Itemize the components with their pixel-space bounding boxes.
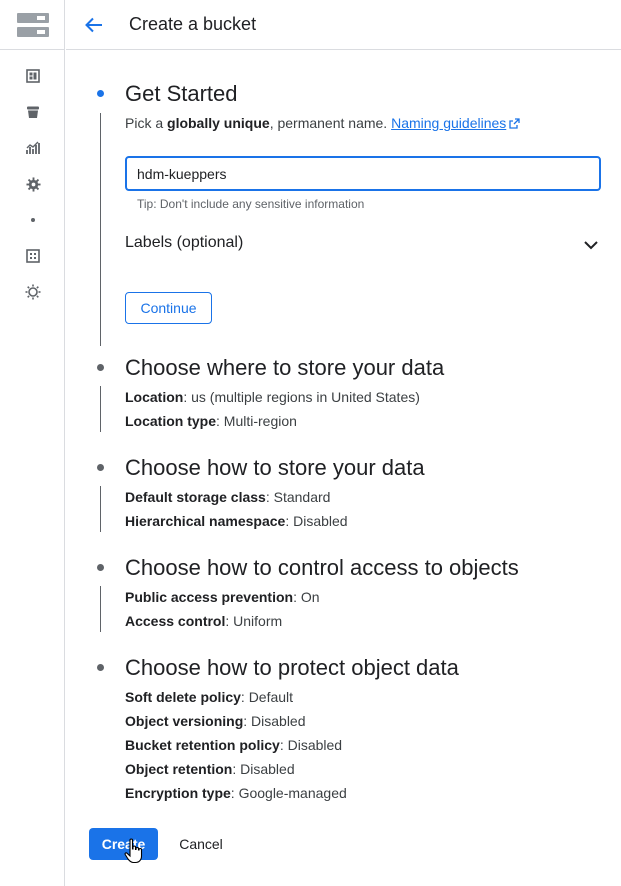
summary-row: Default storage class: Standard xyxy=(125,489,330,505)
row-label: Location type xyxy=(125,413,217,429)
bucket-icon[interactable] xyxy=(20,99,46,125)
step-subtitle: Pick a globally unique, permanent name. … xyxy=(125,115,520,131)
summary-row: Object retention: Disabled xyxy=(125,761,295,777)
top-bar: Create a bucket xyxy=(66,0,621,50)
step-title-storage: Choose how to store your data xyxy=(125,455,425,480)
row-label: Bucket retention policy xyxy=(125,737,280,753)
labels-label: Labels (optional) xyxy=(125,234,244,251)
back-arrow-icon[interactable] xyxy=(82,13,106,37)
row-label: Soft delete policy xyxy=(125,689,241,705)
row-label: Object versioning xyxy=(125,713,244,729)
row-value: : Disabled xyxy=(279,737,343,753)
cancel-button[interactable]: Cancel xyxy=(165,828,237,860)
step-bullet-active xyxy=(97,90,104,97)
step-title-protection: Choose how to protect object data xyxy=(125,655,459,680)
bucket-name-input[interactable] xyxy=(125,156,601,191)
row-label: Encryption type xyxy=(125,785,231,801)
step-title-location: Choose where to store your data xyxy=(125,355,445,380)
row-value: : Standard xyxy=(265,489,331,505)
subtitle-pre: Pick a xyxy=(125,115,168,131)
step-connector xyxy=(100,486,101,532)
summary-row: Location type: Multi-region xyxy=(125,413,297,429)
external-link-icon xyxy=(509,118,520,129)
row-label: Hierarchical namespace xyxy=(125,513,286,529)
step-bullet xyxy=(97,364,104,371)
naming-guidelines-link[interactable]: Naming guidelines xyxy=(391,115,506,131)
row-label: Location xyxy=(125,389,184,405)
summary-row: Bucket retention policy: Disabled xyxy=(125,737,342,753)
step-bullet xyxy=(97,564,104,571)
summary-row: Hierarchical namespace: Disabled xyxy=(125,513,348,529)
row-value: : us (multiple regions in United States) xyxy=(183,389,420,405)
row-value: : Multi-region xyxy=(216,413,297,429)
row-value: : Default xyxy=(240,689,294,705)
continue-button[interactable]: Continue xyxy=(125,292,212,324)
name-tip: Tip: Don't include any sensitive informa… xyxy=(137,197,365,211)
step-bullet xyxy=(97,464,104,471)
nav-rail xyxy=(0,0,65,886)
row-value: : Uniform xyxy=(225,613,283,629)
subtitle-post: , permanent name. xyxy=(269,115,388,131)
row-label: Object retention xyxy=(125,761,233,777)
step-connector xyxy=(100,386,101,432)
summary-row: Object versioning: Disabled xyxy=(125,713,306,729)
summary-row: Public access prevention: On xyxy=(125,589,320,605)
row-value: : Google-managed xyxy=(230,785,347,801)
sun-icon[interactable] xyxy=(20,279,46,305)
chevron-down-icon xyxy=(581,235,601,255)
summary-row: Access control: Uniform xyxy=(125,613,282,629)
step-title-access: Choose how to control access to objects xyxy=(125,555,519,580)
subtitle-bold: globally unique xyxy=(167,115,270,131)
summary-row: Location: us (multiple regions in United… xyxy=(125,389,420,405)
row-label: Access control xyxy=(125,613,226,629)
row-value: : Disabled xyxy=(285,513,348,529)
storage-logo-icon[interactable] xyxy=(0,0,65,50)
row-value: : On xyxy=(293,589,320,605)
grid-icon[interactable] xyxy=(20,243,46,269)
dot-icon xyxy=(31,218,35,222)
step-connector xyxy=(100,113,101,346)
page-title: Create a bucket xyxy=(129,14,257,34)
summary-row: Encryption type: Google-managed xyxy=(125,785,347,801)
summary-row: Soft delete policy: Default xyxy=(125,689,293,705)
row-value: : Disabled xyxy=(243,713,306,729)
row-value: : Disabled xyxy=(232,761,295,777)
row-label: Default storage class xyxy=(125,489,266,505)
step-title-get-started: Get Started xyxy=(125,81,238,106)
step-connector xyxy=(100,586,101,632)
labels-expander[interactable]: Labels (optional) xyxy=(125,234,601,256)
settings-icon[interactable] xyxy=(20,171,46,197)
dashboard-icon[interactable] xyxy=(20,63,46,89)
step-bullet xyxy=(97,664,104,671)
monitoring-icon[interactable] xyxy=(20,135,46,161)
row-label: Public access prevention xyxy=(125,589,294,605)
create-button[interactable]: Create xyxy=(89,828,158,860)
